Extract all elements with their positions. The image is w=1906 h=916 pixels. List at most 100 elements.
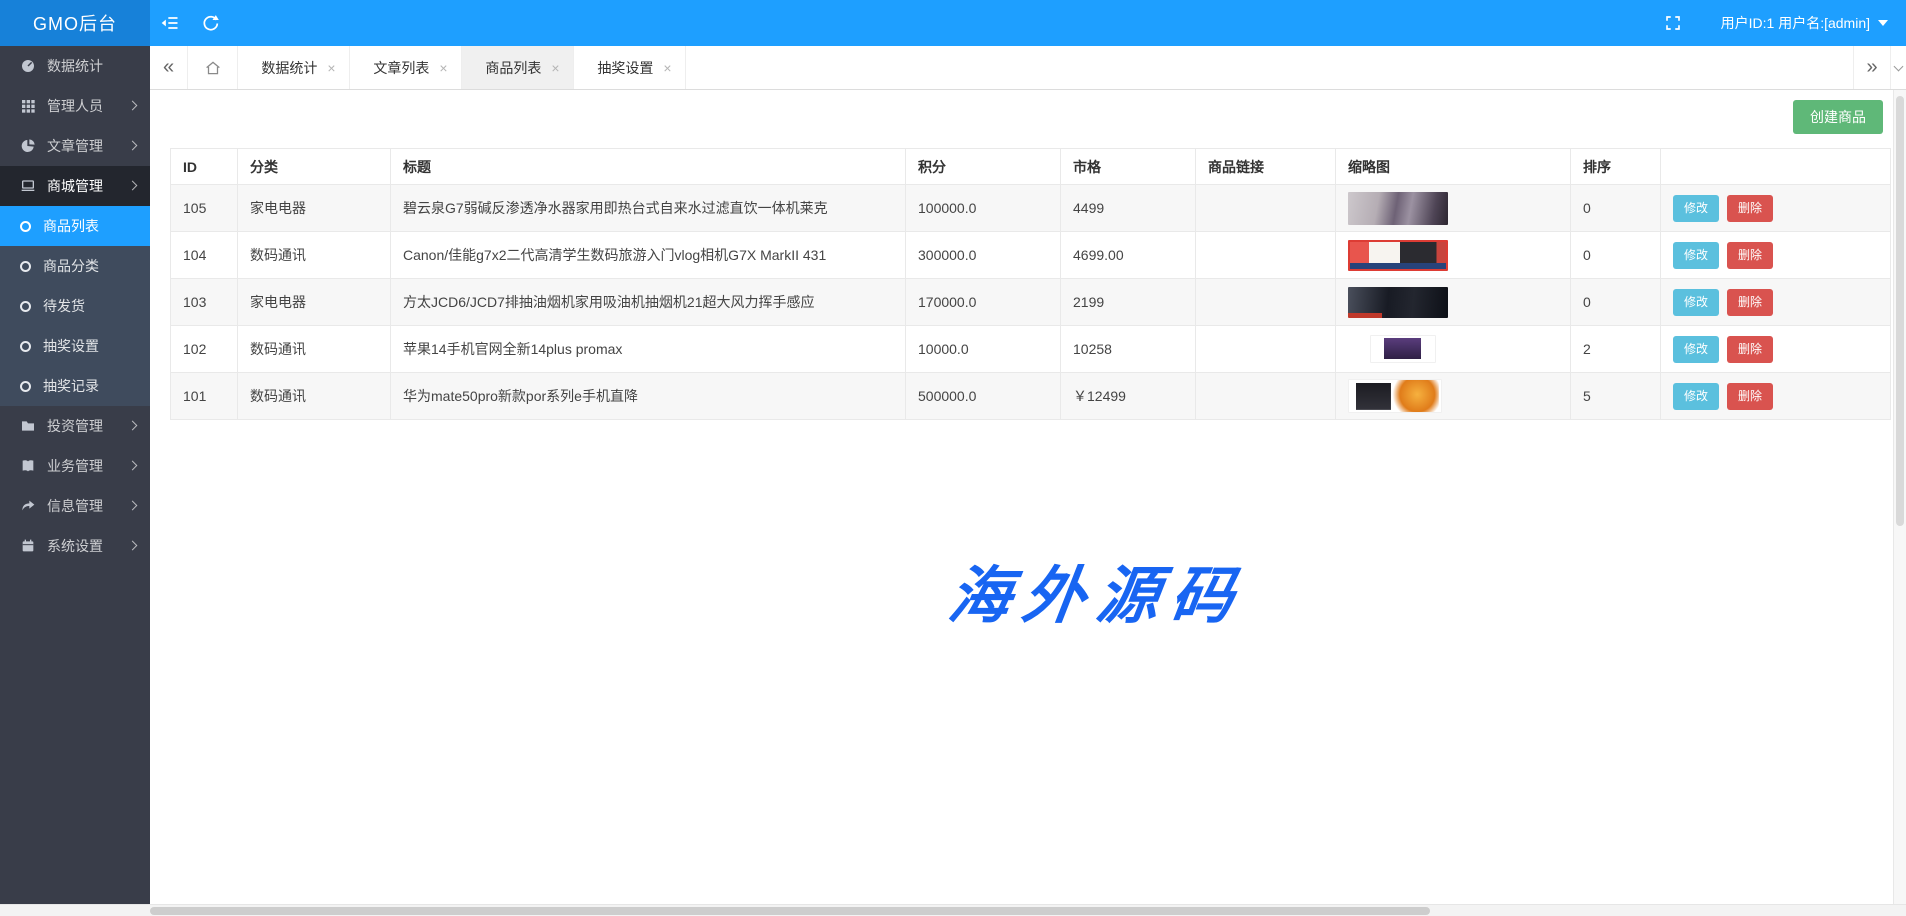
- tab-label: 抽奖设置: [597, 58, 653, 78]
- tab-label: 商品列表: [485, 58, 541, 78]
- cell-category: 数码通讯: [238, 373, 391, 420]
- user-info: 用户ID:1 用户名:[admin]: [1721, 13, 1870, 33]
- double-chevron-left-icon: «: [163, 56, 174, 79]
- cell-sort: 0: [1571, 232, 1661, 279]
- delete-button[interactable]: 删除: [1727, 336, 1773, 363]
- chevron-right-icon: [128, 501, 138, 511]
- tabs-scroll-left-button[interactable]: «: [150, 46, 188, 89]
- header-title: 标题: [391, 149, 906, 185]
- share-icon: [20, 498, 36, 514]
- cell-price: ￥12499: [1061, 373, 1196, 420]
- cell-id: 102: [171, 326, 238, 373]
- products-table: ID 分类 标题 积分 市格 商品链接 缩略图 排序 105 家电电器 碧云泉G…: [170, 148, 1891, 420]
- header-actions: [1661, 149, 1891, 185]
- sidebar-item-label: 商品列表: [43, 216, 99, 236]
- admin-app: GMO后台 用户ID:1 用户名:[admin] 数据统计 管理人员: [0, 0, 1906, 916]
- close-icon[interactable]: ×: [327, 60, 335, 76]
- app-logo: GMO后台: [0, 0, 150, 46]
- sidebar-item-label: 系统设置: [47, 536, 103, 556]
- cell-link: [1196, 185, 1336, 232]
- cell-link: [1196, 326, 1336, 373]
- tab-article-list[interactable]: 文章列表 ×: [350, 46, 462, 89]
- watermark: 海外源码: [944, 545, 1253, 635]
- close-icon[interactable]: ×: [663, 60, 671, 76]
- table-row: 101 数码通讯 华为mate50pro新款por系列e手机直降 500000.…: [171, 373, 1891, 420]
- vertical-scrollbar[interactable]: [1893, 90, 1906, 904]
- sidebar-item-label: 待发货: [43, 296, 85, 316]
- tab-lottery-settings[interactable]: 抽奖设置 ×: [574, 46, 686, 89]
- sidebar-item-business[interactable]: 业务管理: [0, 446, 150, 486]
- cell-title: 碧云泉G7弱碱反渗透净水器家用即热台式自来水过滤直饮一体机莱克: [391, 185, 906, 232]
- tab-product-list[interactable]: 商品列表 ×: [462, 46, 574, 89]
- cell-id: 105: [171, 185, 238, 232]
- tabs-scroll-right-button[interactable]: »: [1853, 46, 1891, 89]
- sidebar-item-info[interactable]: 信息管理: [0, 486, 150, 526]
- horizontal-scrollbar[interactable]: [0, 904, 1906, 916]
- horizontal-scrollbar-thumb[interactable]: [150, 907, 1430, 915]
- cell-sort: 2: [1571, 326, 1661, 373]
- delete-button[interactable]: 删除: [1727, 195, 1773, 222]
- table-row: 102 数码通讯 苹果14手机官网全新14plus promax 10000.0…: [171, 326, 1891, 373]
- sidebar-item-label: 商品分类: [43, 256, 99, 276]
- cell-thumbnail: [1336, 279, 1571, 326]
- vertical-scrollbar-thumb[interactable]: [1896, 96, 1904, 526]
- sidebar-item-system[interactable]: 系统设置: [0, 526, 150, 566]
- edit-button[interactable]: 修改: [1673, 195, 1719, 222]
- sidebar-item-admins[interactable]: 管理人员: [0, 86, 150, 126]
- sidebar-item-product-list[interactable]: 商品列表: [0, 206, 150, 246]
- cell-price: 2199: [1061, 279, 1196, 326]
- user-dropdown[interactable]: 用户ID:1 用户名:[admin]: [1721, 13, 1888, 33]
- topbar-right: 用户ID:1 用户名:[admin]: [1653, 0, 1888, 46]
- delete-button[interactable]: 删除: [1727, 242, 1773, 269]
- cell-title: 苹果14手机官网全新14plus promax: [391, 326, 906, 373]
- circle-icon: [20, 301, 31, 312]
- sidebar-item-product-category[interactable]: 商品分类: [0, 246, 150, 286]
- book-icon: [20, 458, 36, 474]
- cell-actions: 修改删除: [1661, 232, 1891, 279]
- cell-actions: 修改删除: [1661, 185, 1891, 232]
- grid-icon: [20, 98, 36, 114]
- header-category: 分类: [238, 149, 391, 185]
- cell-sort: 0: [1571, 185, 1661, 232]
- caret-down-icon: [1878, 20, 1888, 26]
- close-icon[interactable]: ×: [439, 60, 447, 76]
- chevron-right-icon: [128, 101, 138, 111]
- edit-button[interactable]: 修改: [1673, 383, 1719, 410]
- sidebar-item-data-stats[interactable]: 数据统计: [0, 46, 150, 86]
- header-price: 市格: [1061, 149, 1196, 185]
- collapse-menu-icon[interactable]: [150, 0, 190, 46]
- cell-actions: 修改删除: [1661, 279, 1891, 326]
- cell-thumbnail: [1336, 326, 1571, 373]
- fullscreen-icon[interactable]: [1653, 0, 1693, 46]
- sidebar-item-investment[interactable]: 投资管理: [0, 406, 150, 446]
- delete-button[interactable]: 删除: [1727, 383, 1773, 410]
- delete-button[interactable]: 删除: [1727, 289, 1773, 316]
- sidebar-item-articles[interactable]: 文章管理: [0, 126, 150, 166]
- topbar: GMO后台 用户ID:1 用户名:[admin]: [0, 0, 1906, 46]
- sidebar-item-mall[interactable]: 商城管理: [0, 166, 150, 206]
- tab-data-stats[interactable]: 数据统计 ×: [238, 46, 350, 89]
- cell-category: 家电电器: [238, 279, 391, 326]
- header-link: 商品链接: [1196, 149, 1336, 185]
- tabbar-right-controls: »: [1853, 46, 1906, 89]
- cell-thumbnail: [1336, 232, 1571, 279]
- sidebar-item-lottery-records[interactable]: 抽奖记录: [0, 366, 150, 406]
- header-sort: 排序: [1571, 149, 1661, 185]
- edit-button[interactable]: 修改: [1673, 242, 1719, 269]
- tabs-menu-button[interactable]: [1891, 46, 1906, 89]
- cell-category: 数码通讯: [238, 326, 391, 373]
- edit-button[interactable]: 修改: [1673, 289, 1719, 316]
- chevron-right-icon: [128, 181, 138, 191]
- refresh-icon[interactable]: [190, 0, 230, 46]
- sidebar-item-label: 信息管理: [47, 496, 103, 516]
- cell-id: 104: [171, 232, 238, 279]
- sidebar-item-to-ship[interactable]: 待发货: [0, 286, 150, 326]
- circle-icon: [20, 341, 31, 352]
- home-tab-button[interactable]: [188, 46, 238, 89]
- create-product-button[interactable]: 创建商品: [1793, 100, 1883, 134]
- table-header-row: ID 分类 标题 积分 市格 商品链接 缩略图 排序: [171, 149, 1891, 185]
- sidebar-item-label: 文章管理: [47, 136, 103, 156]
- edit-button[interactable]: 修改: [1673, 336, 1719, 363]
- sidebar-item-lottery-settings[interactable]: 抽奖设置: [0, 326, 150, 366]
- close-icon[interactable]: ×: [551, 60, 559, 76]
